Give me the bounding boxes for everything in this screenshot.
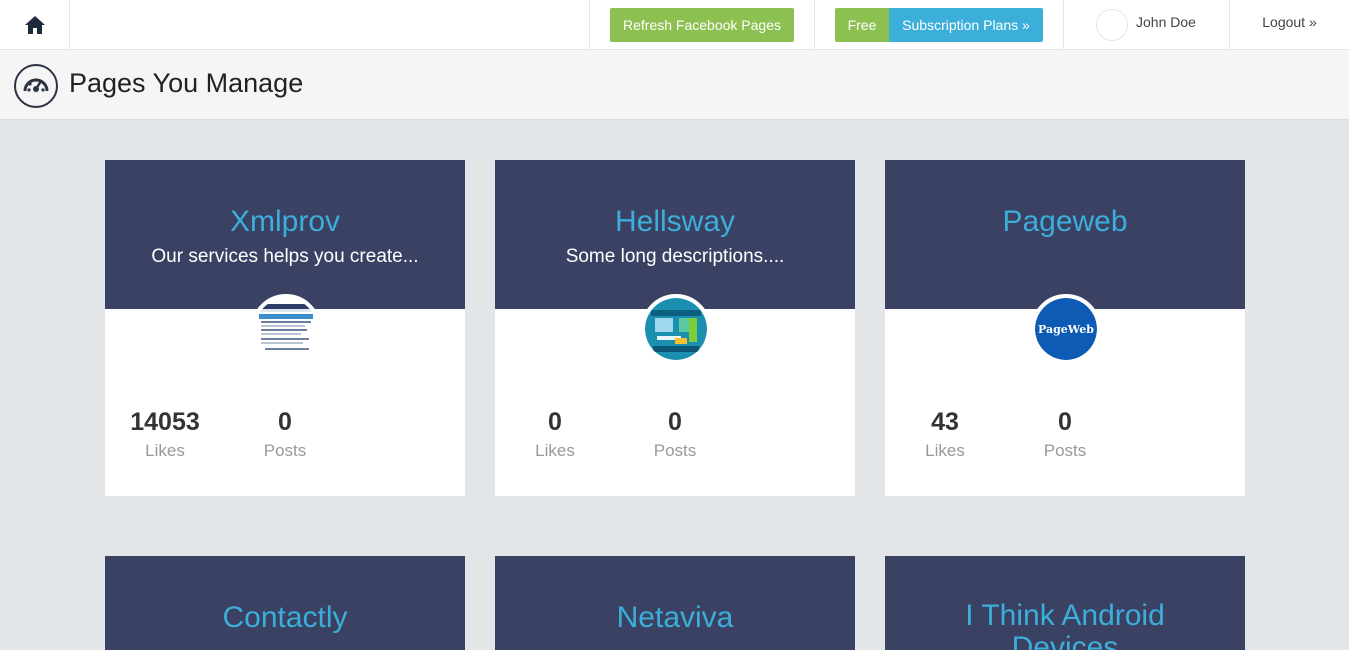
posts-count: 0: [278, 408, 292, 436]
avatar: [1096, 9, 1128, 41]
page-header: Pages You Manage: [0, 50, 1349, 120]
card-page-name[interactable]: Contactly: [105, 600, 465, 636]
subscription-plans-button[interactable]: Subscription Plans »: [889, 8, 1043, 42]
likes-count: 43: [931, 408, 959, 436]
top-navbar: Refresh Facebook Pages Free Subscription…: [0, 0, 1349, 50]
free-plan-badge[interactable]: Free: [835, 8, 889, 42]
page-card-i-think-android-devices[interactable]: I Think Android Devices: [885, 556, 1245, 650]
page-thumbnail: [641, 294, 711, 364]
page-card-pageweb[interactable]: Pageweb PageWeb 43 Likes 0 Posts: [885, 160, 1245, 496]
pageweb-logo-text: PageWeb: [1038, 323, 1094, 336]
likes-stat: 0 Likes: [495, 408, 615, 461]
refresh-facebook-pages-button[interactable]: Refresh Facebook Pages: [610, 8, 794, 42]
logout-link[interactable]: Logout »: [1230, 0, 1349, 50]
page-title: Pages You Manage: [69, 68, 304, 98]
user-name: John Doe: [1136, 14, 1196, 30]
card-description: Our services helps you create...: [151, 246, 419, 267]
card-page-name[interactable]: Xmlprov: [105, 204, 465, 240]
posts-label: Posts: [1043, 441, 1087, 460]
likes-label: Likes: [925, 441, 965, 460]
card-header: Pageweb: [885, 160, 1245, 309]
likes-stat: 14053 Likes: [105, 408, 225, 461]
page-card-contactly[interactable]: Contactly: [105, 556, 465, 650]
card-header: Netaviva: [495, 556, 855, 650]
card-header: Contactly: [105, 556, 465, 650]
page-card-xmlprov[interactable]: Xmlprov Our services helps you create...…: [105, 160, 465, 496]
card-page-name[interactable]: I Think Android Devices: [885, 600, 1245, 650]
card-page-name[interactable]: Hellsway: [495, 204, 855, 240]
card-page-name[interactable]: Netaviva: [495, 600, 855, 636]
navbar-divider: [814, 0, 815, 50]
home-button[interactable]: [0, 0, 70, 50]
posts-stat: 0 Posts: [615, 408, 735, 461]
likes-count: 0: [548, 408, 562, 436]
user-menu[interactable]: John Doe: [1064, 0, 1230, 50]
likes-count: 14053: [130, 408, 200, 436]
card-header: Hellsway Some long descriptions....: [495, 160, 855, 309]
navbar-divider: [589, 0, 590, 50]
likes-stat: 43 Likes: [885, 408, 1005, 461]
posts-stat: 0 Posts: [1005, 408, 1125, 461]
page-card-netaviva[interactable]: Netaviva: [495, 556, 855, 650]
page-card-hellsway[interactable]: Hellsway Some long descriptions.... 0 Li…: [495, 160, 855, 496]
home-icon: [24, 16, 45, 34]
posts-count: 0: [668, 408, 682, 436]
dashboard-icon: [14, 64, 58, 108]
page-thumbnail: [251, 294, 321, 364]
likes-label: Likes: [145, 441, 185, 460]
card-description: Some long descriptions....: [565, 246, 785, 267]
likes-label: Likes: [535, 441, 575, 460]
card-page-name[interactable]: Pageweb: [885, 204, 1245, 240]
card-header: Xmlprov Our services helps you create...: [105, 160, 465, 309]
page-thumbnail: PageWeb: [1031, 294, 1101, 364]
posts-label: Posts: [263, 441, 307, 460]
posts-label: Posts: [653, 441, 697, 460]
posts-stat: 0 Posts: [225, 408, 345, 461]
card-header: I Think Android Devices: [885, 556, 1245, 650]
posts-count: 0: [1058, 408, 1072, 436]
